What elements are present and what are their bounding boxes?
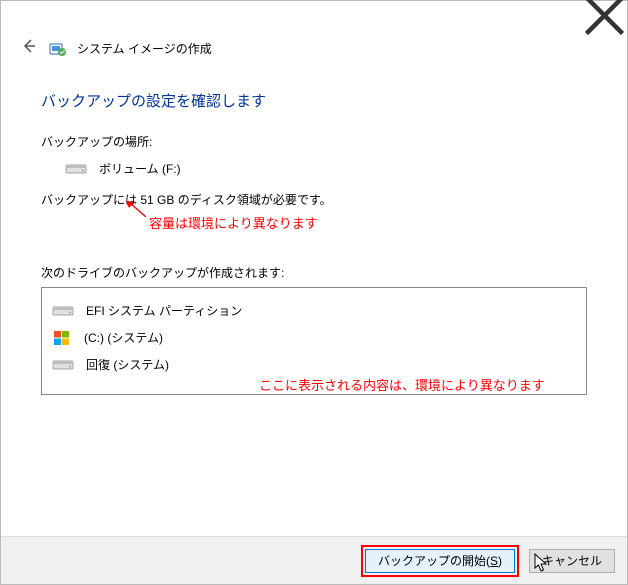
size-requirement: バックアップには 51 GB のディスク領域が必要です。	[41, 191, 587, 208]
annotation-highlight: バックアップの開始(S)	[361, 545, 519, 577]
page-heading: バックアップの設定を確認します	[41, 90, 587, 111]
list-item: (C:) (システム)	[52, 329, 576, 346]
backup-location-row: ボリューム (F:)	[65, 160, 587, 177]
close-button[interactable]	[582, 1, 627, 29]
location-label: バックアップの場所:	[41, 133, 587, 150]
hdd-icon	[65, 161, 87, 177]
hdd-icon	[52, 303, 74, 319]
drive-name: (C:) (システム)	[84, 329, 163, 346]
drives-list: EFI システム パーティション (C:) (システム) 回復 (システム)	[41, 287, 587, 395]
drive-name: EFI システム パーティション	[86, 302, 242, 319]
back-button[interactable]	[19, 37, 39, 60]
cancel-button[interactable]: キャンセル	[529, 549, 615, 573]
system-image-icon	[49, 40, 67, 58]
location-value: ボリューム (F:)	[99, 160, 181, 177]
windows-icon	[52, 330, 72, 346]
start-backup-button[interactable]: バックアップの開始(S)	[365, 549, 515, 573]
drive-name: 回復 (システム)	[86, 356, 169, 373]
hdd-icon	[52, 357, 74, 373]
list-item: EFI システム パーティション	[52, 302, 576, 319]
list-item: 回復 (システム)	[52, 356, 576, 373]
drives-section-label: 次のドライブのバックアップが作成されます:	[41, 264, 587, 281]
window-title: システム イメージの作成	[77, 40, 212, 57]
